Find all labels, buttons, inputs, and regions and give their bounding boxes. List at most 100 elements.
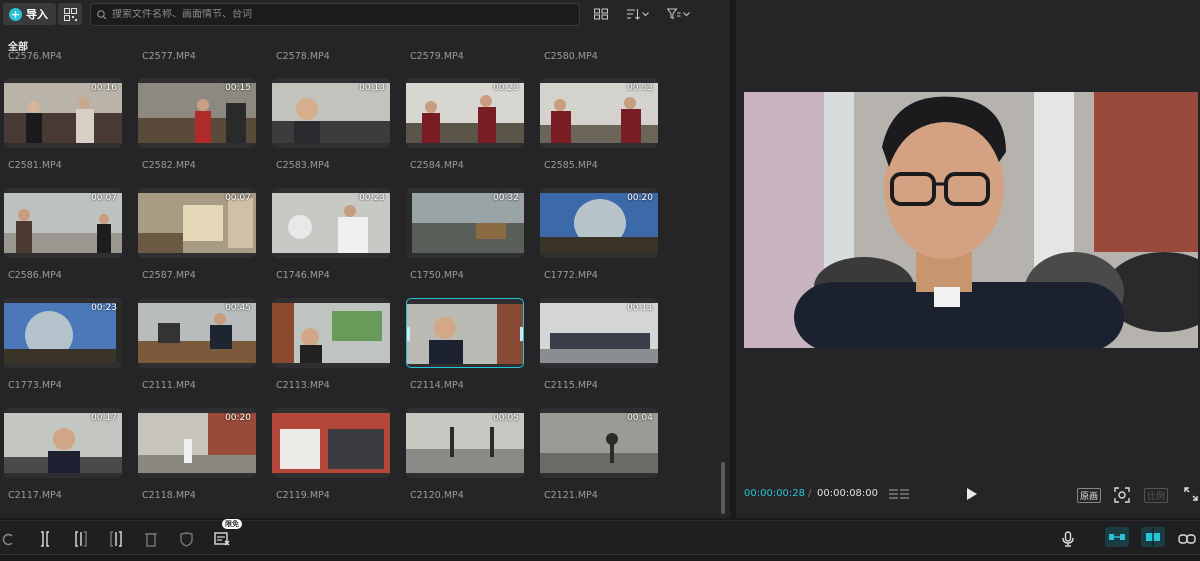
search-input[interactable] <box>112 9 572 20</box>
clip-name: C2113.MP4 <box>276 380 330 391</box>
split-button[interactable] <box>38 531 52 547</box>
split-icon <box>41 531 49 547</box>
clip-duration: 00:32 <box>493 193 519 203</box>
free-badge: 限免 <box>222 519 242 529</box>
qr-code-icon <box>63 7 77 21</box>
clip-tile[interactable]: 00:07 <box>138 188 256 258</box>
trim-left-icon <box>75 531 87 547</box>
fit-view-button[interactable] <box>1114 487 1130 506</box>
clip-tile[interactable]: 00:23 <box>4 298 122 368</box>
clip-name: C2584.MP4 <box>410 160 464 171</box>
clip-tile[interactable]: 00:07 <box>4 188 122 258</box>
clip-duration: 00:13 <box>359 83 385 93</box>
import-button[interactable]: + 导入 <box>3 3 56 25</box>
trim-handle-right[interactable] <box>520 327 523 341</box>
clip-thumbnail <box>407 304 523 364</box>
microphone-icon <box>1062 531 1074 547</box>
clip-tile[interactable] <box>272 298 390 368</box>
clip-duration: 00:23 <box>91 303 117 313</box>
clip-name: C2582.MP4 <box>142 160 196 171</box>
clip-duration: 00:20 <box>225 413 251 423</box>
original-quality-button[interactable]: 原画 <box>1077 488 1102 503</box>
fullscreen-button[interactable] <box>1184 487 1198 504</box>
clip-name: C1773.MP4 <box>8 380 62 391</box>
clip-name: C2115.MP4 <box>544 380 598 391</box>
sort-icon <box>627 9 640 20</box>
clip-duration: 00:04 <box>627 413 653 423</box>
media-scrollbar[interactable] <box>721 462 725 514</box>
auto-caption-button[interactable] <box>214 531 230 547</box>
clip-name: C2118.MP4 <box>142 490 196 501</box>
clip-duration: 00:07 <box>91 193 117 203</box>
timeline-toolbar: 限免 <box>0 519 1200 554</box>
clip-name: C2580.MP4 <box>544 51 598 62</box>
play-button[interactable] <box>966 487 978 504</box>
record-audio-button[interactable] <box>1062 531 1074 547</box>
delete-button[interactable] <box>144 531 158 547</box>
clip-name: C2577.MP4 <box>142 51 196 62</box>
clip-tile[interactable]: 00:20 <box>138 408 256 478</box>
snap-button[interactable] <box>1141 527 1165 547</box>
view-mode-button[interactable] <box>594 6 608 22</box>
clip-tile[interactable]: 00:11 <box>540 298 658 368</box>
search-icon <box>97 9 107 19</box>
clip-tile[interactable]: 00:20 <box>540 188 658 258</box>
aspect-ratio-button[interactable]: 比例 <box>1144 488 1169 503</box>
trim-left-button[interactable] <box>74 531 88 547</box>
video-frame <box>744 92 1198 348</box>
clip-name: C2583.MP4 <box>276 160 330 171</box>
clip-tile[interactable] <box>272 408 390 478</box>
clip-tile-selected[interactable] <box>406 298 524 368</box>
qr-code-button[interactable] <box>58 3 82 25</box>
media-toolbar: + 导入 <box>0 0 730 30</box>
fullscreen-icon <box>1184 487 1198 501</box>
time-separator: / <box>808 488 812 499</box>
clip-tile[interactable]: 00:23 <box>406 78 524 148</box>
clip-tile[interactable]: 00:17 <box>4 408 122 478</box>
video-preview[interactable] <box>744 92 1198 348</box>
clip-duration: 00:23 <box>359 193 385 203</box>
main-track-magnet-button[interactable] <box>1105 527 1129 547</box>
link-button[interactable] <box>1178 531 1196 547</box>
clip-tile[interactable]: 00:13 <box>272 78 390 148</box>
waveform-toggle[interactable] <box>888 487 910 504</box>
clip-duration: 00:45 <box>225 303 251 313</box>
trash-icon <box>145 533 157 547</box>
redo-button[interactable] <box>2 531 14 547</box>
clip-tile[interactable]: 00:53 <box>540 78 658 148</box>
clip-duration: 00:17 <box>91 413 117 423</box>
chevron-down-icon <box>642 11 649 16</box>
filter-icon <box>667 8 681 20</box>
link-icon <box>1178 534 1196 544</box>
clip-tile[interactable]: 00:04 <box>540 408 658 478</box>
clip-tile[interactable]: 00:15 <box>138 78 256 148</box>
clip-name: C2585.MP4 <box>544 160 598 171</box>
trim-handle-left[interactable] <box>407 327 410 341</box>
clip-name: C2587.MP4 <box>142 270 196 281</box>
grid-view-icon <box>594 8 608 20</box>
clip-tile[interactable]: 00:16 <box>4 78 122 148</box>
caption-icon <box>214 532 230 546</box>
search-box[interactable] <box>90 3 580 26</box>
clip-name: C2117.MP4 <box>8 490 62 501</box>
chevron-down-icon <box>683 11 690 16</box>
clip-name: C2111.MP4 <box>142 380 196 391</box>
current-time: 00:00:00:28 <box>744 488 806 499</box>
clip-tile[interactable]: 00:05 <box>406 408 524 478</box>
filter-button[interactable] <box>667 6 690 22</box>
clip-duration: 00:53 <box>627 83 653 93</box>
sort-button[interactable] <box>626 6 649 22</box>
clip-tile[interactable]: 00:32 <box>406 188 524 258</box>
waveform-icon <box>889 489 909 499</box>
clip-tile[interactable]: 00:45 <box>138 298 256 368</box>
timeline-ruler[interactable] <box>0 554 1200 561</box>
clip-duration: 00:07 <box>225 193 251 203</box>
import-label: 导入 <box>26 8 48 21</box>
clip-name: C2114.MP4 <box>410 380 464 391</box>
clip-name: C2576.MP4 <box>8 51 62 62</box>
trim-right-icon <box>110 531 122 547</box>
snap-icon <box>1141 527 1165 547</box>
marker-button[interactable] <box>180 531 193 547</box>
clip-tile[interactable]: 00:23 <box>272 188 390 258</box>
trim-right-button[interactable] <box>109 531 123 547</box>
